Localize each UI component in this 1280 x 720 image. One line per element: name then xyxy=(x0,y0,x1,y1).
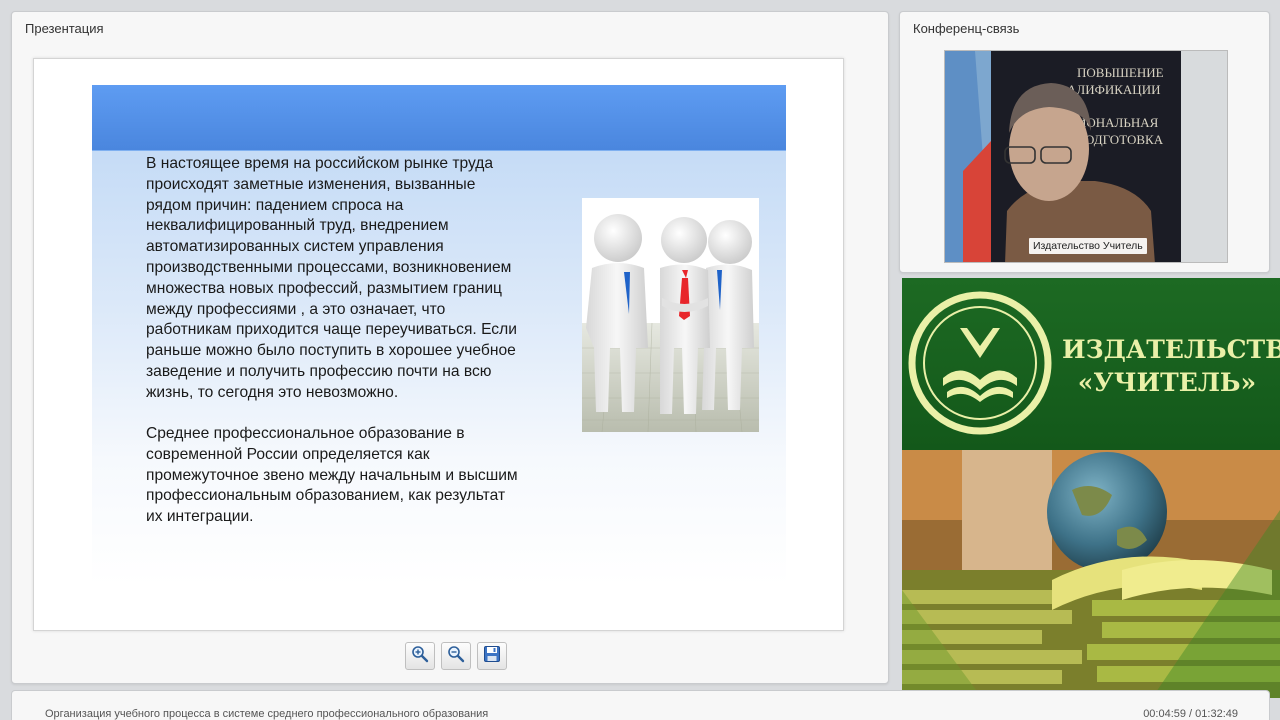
video-participant-label: Издательство Учитель xyxy=(1029,238,1147,254)
slide-viewer[interactable]: В настоящее время на российском рынке тр… xyxy=(33,58,844,631)
zoom-out-button[interactable] xyxy=(441,642,471,670)
footer-bar: Организация учебного процесса в системе … xyxy=(11,690,1270,720)
slide-paragraph-1: В настоящее время на российском рынке тр… xyxy=(146,155,517,401)
poster-line-4: ОДГОТОВКА xyxy=(1085,132,1164,147)
poster-line-1: ПОВЫШЕНИЕ xyxy=(1077,65,1164,80)
slide-figures-image xyxy=(582,198,759,432)
poster-line-2: АЛИФИКАЦИИ xyxy=(1067,82,1160,97)
presentation-panel-title: Презентация xyxy=(25,21,104,36)
conference-panel: Конференц-связь ПОВЫШЕНИЕ АЛИФИКАЦИИ ИОН… xyxy=(899,11,1270,273)
playback-time: 00:04:59 / 01:32:49 xyxy=(1143,708,1238,720)
banner-books-globe-image xyxy=(902,450,1280,698)
webcam-video[interactable]: ПОВЫШЕНИЕ АЛИФИКАЦИИ ИОНАЛЬНАЯ ОДГОТОВКА… xyxy=(944,50,1228,263)
floppy-disk-icon xyxy=(483,645,501,668)
zoom-in-button[interactable] xyxy=(405,642,435,670)
presentation-panel: Презентация В настоящее время на российс… xyxy=(11,11,889,684)
presentation-toolbar xyxy=(405,642,507,672)
publisher-banner: ИЗДАТЕЛЬСТВО «УЧИТЕЛЬ» xyxy=(902,278,1280,698)
slide-paragraph-2: Среднее профессиональное образование в с… xyxy=(146,425,518,526)
slide-header-band xyxy=(92,85,786,151)
conference-panel-title: Конференц-связь xyxy=(913,21,1020,36)
course-title: Организация учебного процесса в системе … xyxy=(45,708,489,720)
banner-header: ИЗДАТЕЛЬСТВО «УЧИТЕЛЬ» xyxy=(902,278,1280,450)
banner-title: ИЗДАТЕЛЬСТВО «УЧИТЕЛЬ» xyxy=(1062,335,1280,397)
slide: В настоящее время на российском рынке тр… xyxy=(92,85,786,585)
zoom-out-icon xyxy=(447,645,465,668)
zoom-in-icon xyxy=(411,645,429,668)
save-button[interactable] xyxy=(477,642,507,670)
